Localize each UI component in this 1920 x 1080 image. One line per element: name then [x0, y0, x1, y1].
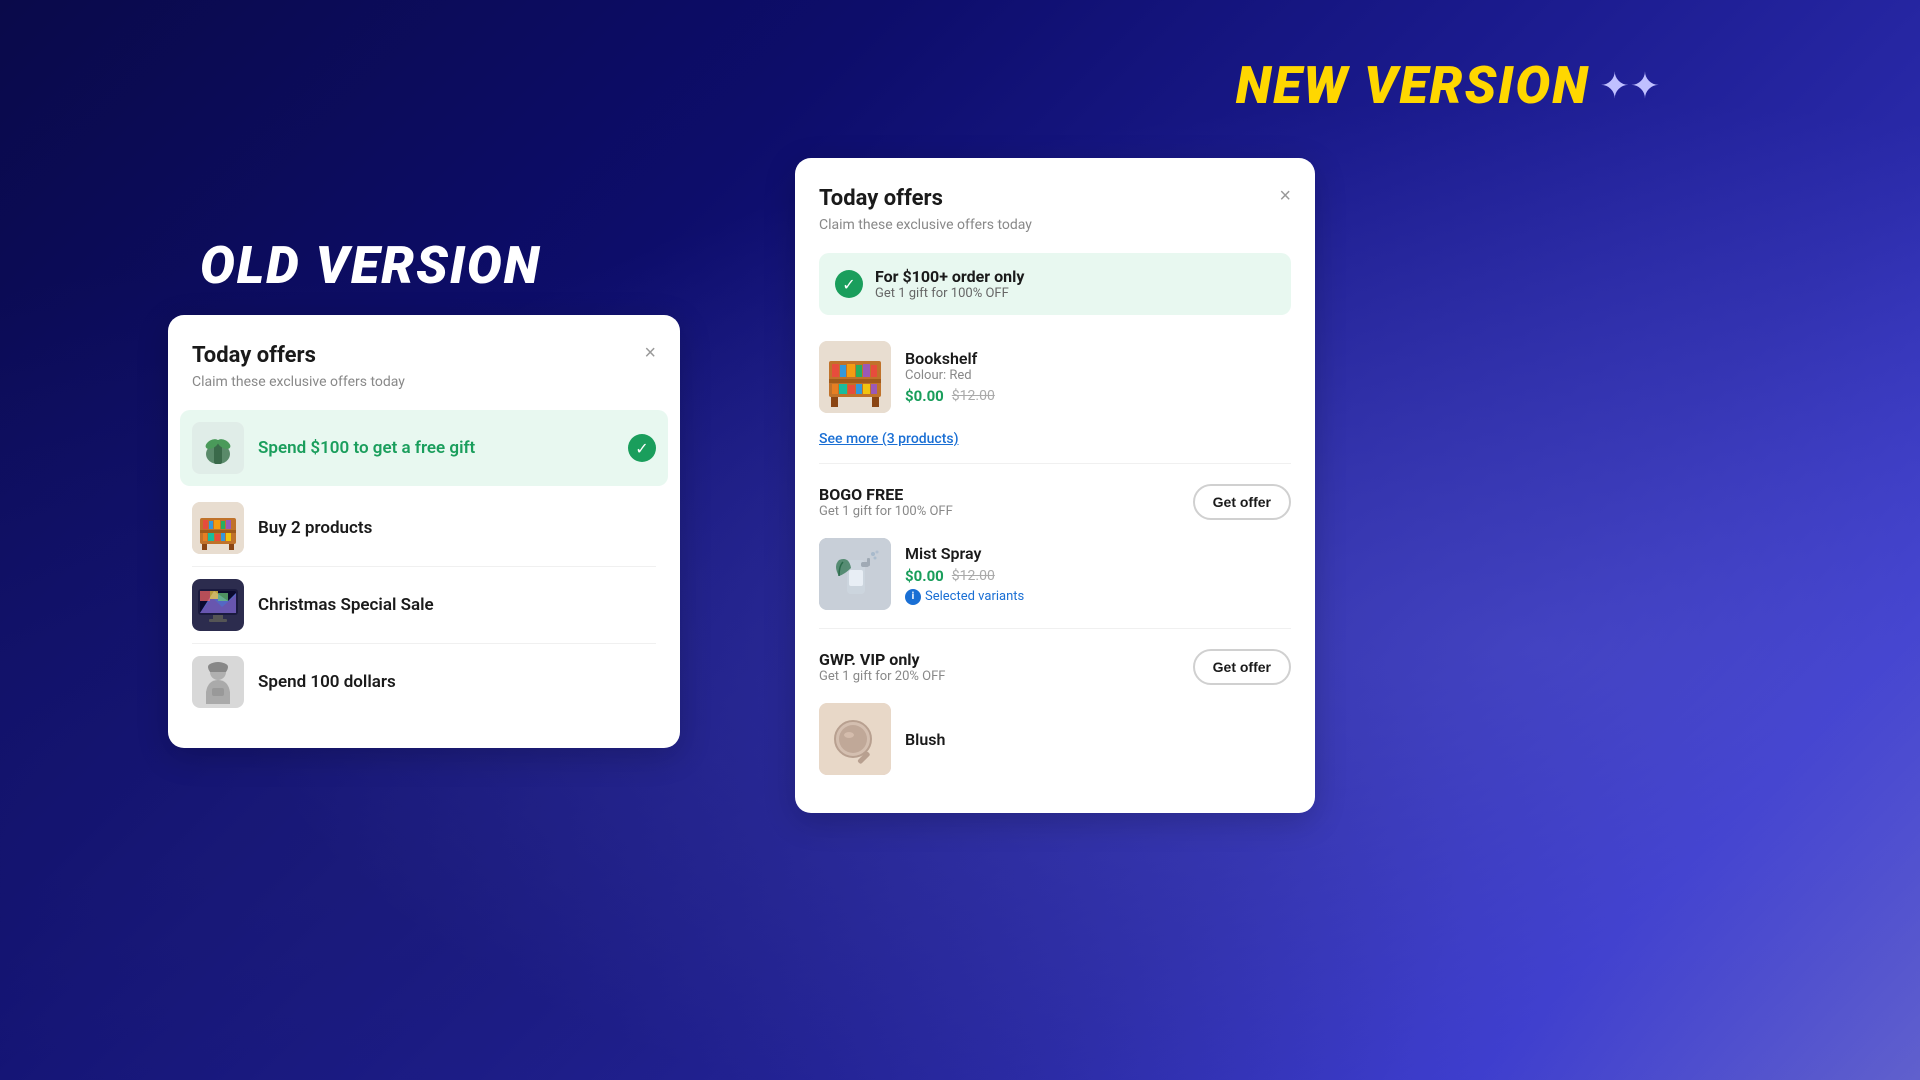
new-version-card: Today offers × Claim these exclusive off… [795, 158, 1315, 813]
new-card-title: Today offers [819, 186, 943, 211]
bookshelf-product-name: Bookshelf [905, 349, 995, 368]
section-divider-1 [819, 463, 1291, 464]
old-item-label-christmas: Christmas Special Sale [258, 595, 656, 615]
old-card-subtitle: Claim these exclusive offers today [192, 374, 656, 390]
new-version-label: NEW VERSION ✦✦ [1236, 55, 1660, 116]
offer-banner-check-icon: ✓ [835, 270, 863, 298]
offer-banner-desc: Get 1 gift for 100% OFF [875, 286, 1024, 301]
old-item-thumb-bookshelf [192, 502, 244, 554]
mist-spray-product-thumb [819, 538, 891, 610]
old-item-label-spend100: Spend 100 dollars [258, 672, 656, 692]
bogo-offer-row: BOGO FREE Get 1 gift for 100% OFF Get of… [819, 472, 1291, 528]
old-card-header: Today offers × [192, 343, 656, 368]
bookshelf-product-variant: Colour: Red [905, 368, 995, 383]
blush-product-info: Blush [905, 730, 945, 749]
mist-spray-price-current: $0.00 [905, 567, 944, 585]
bogo-title: BOGO FREE [819, 485, 953, 504]
mist-spray-product-price: $0.00 $12.00 [905, 567, 1024, 585]
bookshelf-price-current: $0.00 [905, 387, 944, 405]
old-version-label: OLD VERSION [200, 235, 541, 296]
blush-product-name: Blush [905, 730, 945, 749]
selected-variants: i Selected variants [905, 589, 1024, 605]
old-item-check-icon: ✓ [628, 434, 656, 462]
offer-banner: ✓ For $100+ order only Get 1 gift for 10… [819, 253, 1291, 315]
new-card-subtitle: Claim these exclusive offers today [819, 217, 1291, 233]
bogo-get-offer-button[interactable]: Get offer [1193, 484, 1291, 520]
offer-banner-text: For $100+ order only Get 1 gift for 100%… [875, 267, 1024, 301]
mist-spray-price-original: $12.00 [952, 568, 995, 584]
bookshelf-product-info: Bookshelf Colour: Red $0.00 $12.00 [905, 349, 995, 405]
old-card-close-button[interactable]: × [644, 343, 656, 363]
offer-banner-title: For $100+ order only [875, 267, 1024, 286]
new-version-text: NEW VERSION [1236, 55, 1590, 116]
old-offer-item-buy2[interactable]: Buy 2 products [192, 490, 656, 567]
bookshelf-product-thumb [819, 341, 891, 413]
old-offer-item-christmas[interactable]: Christmas Special Sale [192, 567, 656, 644]
gwp-offer-info: GWP. VIP only Get 1 gift for 20% OFF [819, 650, 945, 684]
gwp-offer-row: GWP. VIP only Get 1 gift for 20% OFF Get… [819, 637, 1291, 693]
old-version-card: Today offers × Claim these exclusive off… [168, 315, 680, 748]
selected-variants-text: Selected variants [925, 589, 1024, 604]
bogo-desc: Get 1 gift for 100% OFF [819, 504, 953, 519]
old-item-thumb-computer [192, 579, 244, 631]
gwp-desc: Get 1 gift for 20% OFF [819, 669, 945, 684]
see-more-link[interactable]: See more (3 products) [819, 431, 1291, 447]
bookshelf-product-item: Bookshelf Colour: Red $0.00 $12.00 [819, 331, 1291, 423]
old-item-thumb-gift [192, 422, 244, 474]
old-offer-item-active[interactable]: Spend $100 to get a free gift ✓ [180, 410, 668, 486]
new-card-header: Today offers × [819, 186, 1291, 211]
section-divider-2 [819, 628, 1291, 629]
bookshelf-price-original: $12.00 [952, 388, 995, 404]
mist-spray-product-name: Mist Spray [905, 544, 1024, 563]
bogo-offer-info: BOGO FREE Get 1 gift for 100% OFF [819, 485, 953, 519]
old-card-title: Today offers [192, 343, 316, 368]
sparkle-icon: ✦✦ [1600, 65, 1660, 107]
old-offer-item-spend100[interactable]: Spend 100 dollars [192, 644, 656, 720]
bookshelf-product-price: $0.00 $12.00 [905, 387, 995, 405]
gwp-get-offer-button[interactable]: Get offer [1193, 649, 1291, 685]
blush-product-thumb [819, 703, 891, 775]
info-icon: i [905, 589, 921, 605]
mist-spray-product-item: Mist Spray $0.00 $12.00 i Selected varia… [819, 528, 1291, 620]
blush-product-item: Blush [819, 693, 1291, 785]
old-item-label-buy2: Buy 2 products [258, 518, 656, 538]
new-card-close-button[interactable]: × [1279, 186, 1291, 206]
old-item-label-active: Spend $100 to get a free gift [258, 438, 614, 458]
mist-spray-product-info: Mist Spray $0.00 $12.00 i Selected varia… [905, 544, 1024, 605]
gwp-title: GWP. VIP only [819, 650, 945, 669]
old-item-thumb-person [192, 656, 244, 708]
